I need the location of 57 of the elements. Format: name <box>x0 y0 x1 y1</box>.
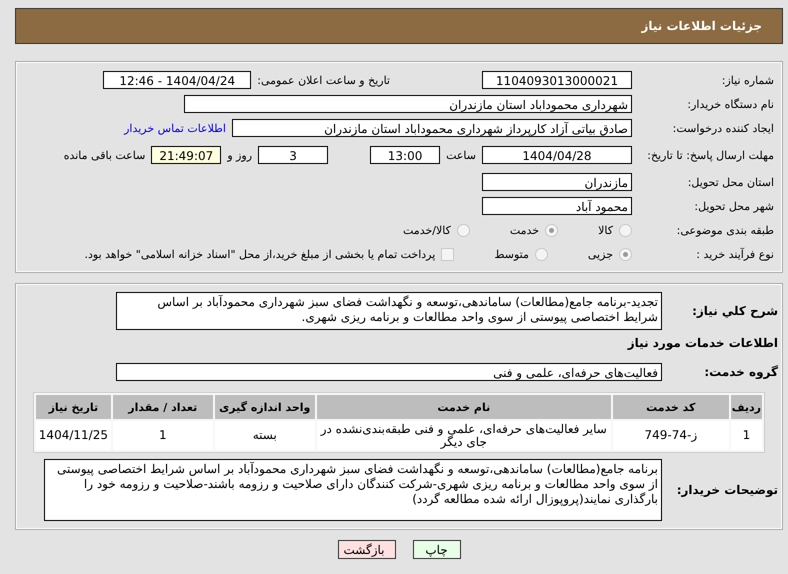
table-cell: ز-74-749 <box>612 421 729 450</box>
field-label: ساعت باقی مانده <box>64 148 146 162</box>
checkbox[interactable] <box>441 248 454 260</box>
field-label: ایجاد کننده درخواست: <box>672 122 775 134</box>
radio-button[interactable] <box>545 224 558 236</box>
radio-label: جزیی <box>588 248 613 260</box>
field-label: ساعت <box>446 148 476 162</box>
buyer-contact-link[interactable]: اطلاعات تماس خریدار <box>124 122 226 134</box>
deadline-time-field: 13:00 <box>370 146 440 164</box>
table-cell: 1 <box>112 421 213 450</box>
table-cell: بسته <box>214 421 315 450</box>
province-field: مازندران <box>482 173 632 191</box>
deadline-date-field: 1404/04/28 <box>482 146 632 164</box>
field-label: شرح کلي نياز: <box>691 304 778 318</box>
buyer-notes-textarea[interactable]: برنامه جامع(مطالعات) ساماندهی،توسعه و نگهداشت فضای سبز شهرداری محمودآباد بر اساس شرایط اختصاصی پیوستی از سوی واحد مطالعات و برنامه ریزی شهری-شرکت کنندگان دارای صلاحیت و رزومه باشند-صلاحیت و رزومه خود را بارگذاری نمایند(پروپوزال ارائه شده مطالعه گردد) <box>44 459 662 521</box>
service-group-field: فعالیت‌های حرفه‌ای، علمی و فنی <box>116 363 662 381</box>
table-cell: 1 <box>730 421 762 450</box>
field-label: گروه خدمت: <box>703 365 778 379</box>
column-header: کد خدمت <box>612 395 729 419</box>
field-label: استان محل تحویل: <box>686 176 775 188</box>
field-label: تاریخ و ساعت اعلان عمومی: <box>257 74 390 86</box>
announce-date-field: 1404/04/24 - 12:46 <box>103 71 252 89</box>
buyer-org-field: شهرداری محموداباد استان مازندران <box>184 95 632 113</box>
requester-field: صادق بیاتی آزاد کارپرداز شهرداری محموداباد استان مازندران <box>232 119 632 137</box>
field-label: روز و <box>227 148 252 162</box>
radio-label: متوسط <box>494 248 529 260</box>
field-label: شهر محل تحویل: <box>693 200 775 212</box>
table-cell: سایر فعالیت‌های حرفه‌ای، علمی و فنی طبقه‌بندی‌نشده در جای دیگر <box>316 421 611 450</box>
remaining-time-field: 21:49:07 <box>151 146 222 164</box>
field-label: توضیحات خریدار: <box>676 483 778 497</box>
back-button[interactable]: بازگشت <box>338 540 396 559</box>
radio-label: خدمت <box>510 224 540 236</box>
days-field: 3 <box>258 146 328 164</box>
field-label: طبقه بندی موضوعی: <box>676 224 775 236</box>
summary-textarea[interactable]: تجدید-برنامه جامع(مطالعات) ساماندهی،توسعه و نگهداشت فضای سبز شهرداری محمودآباد بر اساس شرایط اختصاصی پیوستی از سوی واحد مطالعات و برنامه ریزی شهری. <box>116 292 662 330</box>
page-title: جزئیات اطلاعات نیاز <box>641 19 762 33</box>
column-header: تعداد / مقدار <box>112 395 213 419</box>
field-label: مهلت ارسال پاسخ: تا تاریخ: <box>646 148 775 162</box>
print-button[interactable]: چاپ <box>412 540 460 559</box>
city-field: محمود آباد <box>482 197 632 215</box>
need-number-field: 1104093013000021 <box>482 71 632 89</box>
checkbox-label: پرداخت تمام یا بخشی از مبلغ خرید،از محل "اسناد خزانه اسلامی" خواهد بود. <box>84 248 436 260</box>
column-header: ردیف <box>730 395 762 419</box>
section-title: اطلاعات خدمات مورد نیاز <box>626 335 778 350</box>
column-header: تاریخ نیاز <box>36 395 111 419</box>
radio-label: کالا <box>598 224 613 236</box>
field-label: نام دستگاه خریدار: <box>686 98 775 110</box>
radio-button[interactable] <box>619 224 632 236</box>
field-label: شماره نیاز: <box>720 74 775 86</box>
field-label: نوع فرآیند خرید : <box>695 248 775 260</box>
radio-button[interactable] <box>619 248 632 260</box>
column-header: نام خدمت <box>316 395 611 419</box>
table-cell: 1404/11/25 <box>36 421 111 450</box>
radio-label: کالا/خدمت <box>403 224 451 236</box>
column-header: واحد اندازه گیری <box>214 395 315 419</box>
radio-button[interactable] <box>534 248 548 260</box>
radio-button[interactable] <box>456 224 470 236</box>
